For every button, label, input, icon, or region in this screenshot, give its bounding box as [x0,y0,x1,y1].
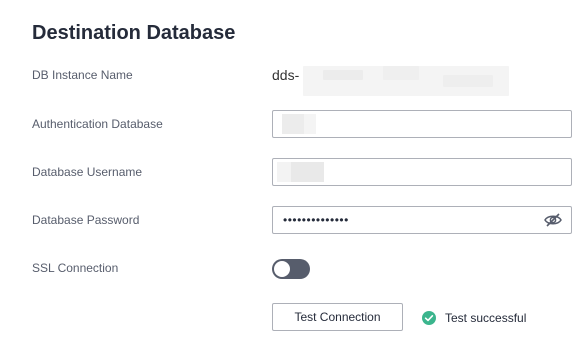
username-label: Database Username [32,165,143,179]
ssl-row: SSL Connection [0,254,588,282]
test-status-text: Test successful [445,311,527,325]
ssl-toggle-knob [274,261,290,277]
auth-database-masked-value [282,114,304,134]
password-input[interactable]: •••••••••••••• [272,206,572,234]
db-instance-value: dds- [272,61,510,96]
ssl-label: SSL Connection [32,261,119,275]
db-instance-prefix: dds- [272,67,300,83]
ssl-toggle[interactable] [272,259,310,279]
section-title: Destination Database [32,22,236,44]
test-connection-button[interactable]: Test Connection [272,303,403,331]
check-circle-icon [422,311,436,325]
auth-database-label: Authentication Database [32,117,163,131]
username-masked-value [291,162,324,182]
username-masked-value-head [277,162,291,182]
password-row: Database Password •••••••••••••• [0,206,588,234]
username-row: Database Username [0,158,588,186]
redacted-instance-id [303,66,510,96]
auth-database-masked-value-tail [304,114,316,134]
password-value: •••••••••••••• [283,213,349,227]
auth-database-row: Authentication Database [0,110,588,138]
test-row: Test Connection Test successful [0,303,588,331]
password-label: Database Password [32,213,140,227]
db-instance-label: DB Instance Name [32,68,133,82]
username-input[interactable] [272,158,572,186]
db-instance-row: DB Instance Name dds- [0,61,588,96]
eye-slash-icon[interactable] [544,212,562,228]
auth-database-input[interactable] [272,110,572,138]
